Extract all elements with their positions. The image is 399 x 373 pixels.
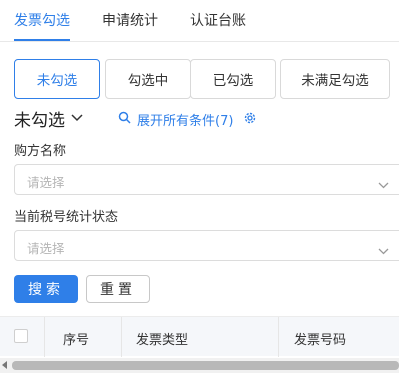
expand-conditions-link[interactable]: 展开所有条件(7) — [118, 110, 233, 129]
table-header: 序号 发票类型 发票号码 — [0, 316, 399, 357]
tab-invoice-select[interactable]: 发票勾选 — [14, 10, 70, 30]
tax-status-placeholder: 请选择 — [27, 241, 65, 256]
filter-unselected-button[interactable]: 未勾选 — [14, 59, 100, 99]
column-header-index: 序号 — [63, 333, 90, 348]
chevron-down-icon — [378, 174, 389, 193]
scroll-left-icon[interactable] — [2, 361, 7, 369]
filter-unmet-button[interactable]: 未满足勾选 — [280, 59, 390, 99]
column-header-invoice-type: 发票类型 — [136, 333, 189, 348]
active-tab-indicator — [14, 39, 70, 41]
filter-selected-button[interactable]: 已勾选 — [190, 59, 276, 99]
chevron-down-icon — [71, 111, 83, 125]
status-filter-group: 未勾选 勾选中 已勾选 未满足勾选 — [0, 59, 399, 101]
reset-button[interactable]: 重置 — [86, 275, 150, 303]
scrollbar-thumb[interactable] — [12, 361, 399, 370]
select-all-checkbox[interactable] — [14, 329, 28, 343]
top-nav: 发票勾选 申请统计 认证台账 — [0, 0, 399, 42]
buyer-name-label: 购方名称 — [14, 144, 67, 159]
tax-status-label: 当前税号统计状态 — [14, 210, 119, 225]
filter-selecting-button[interactable]: 勾选中 — [105, 59, 191, 99]
buyer-name-placeholder: 请选择 — [27, 175, 65, 190]
column-header-invoice-number: 发票号码 — [294, 333, 347, 348]
status-title: 未勾选 — [14, 110, 65, 131]
status-dropdown[interactable]: 未勾选 — [14, 107, 83, 131]
tab-application-stats[interactable]: 申请统计 — [102, 10, 158, 30]
search-icon — [118, 111, 131, 128]
expand-conditions-label: 展开所有条件(7) — [137, 114, 234, 129]
buyer-name-select[interactable]: 请选择 — [14, 164, 399, 195]
tab-certification-ledger[interactable]: 认证台账 — [190, 10, 246, 30]
column-divider — [121, 317, 122, 357]
search-button[interactable]: 搜索 — [14, 275, 78, 303]
gear-icon[interactable] — [243, 110, 257, 129]
chevron-down-icon — [378, 240, 389, 259]
column-divider — [278, 317, 279, 357]
tax-status-select[interactable]: 请选择 — [14, 230, 399, 261]
column-divider — [44, 317, 45, 357]
horizontal-scrollbar[interactable] — [0, 358, 399, 373]
